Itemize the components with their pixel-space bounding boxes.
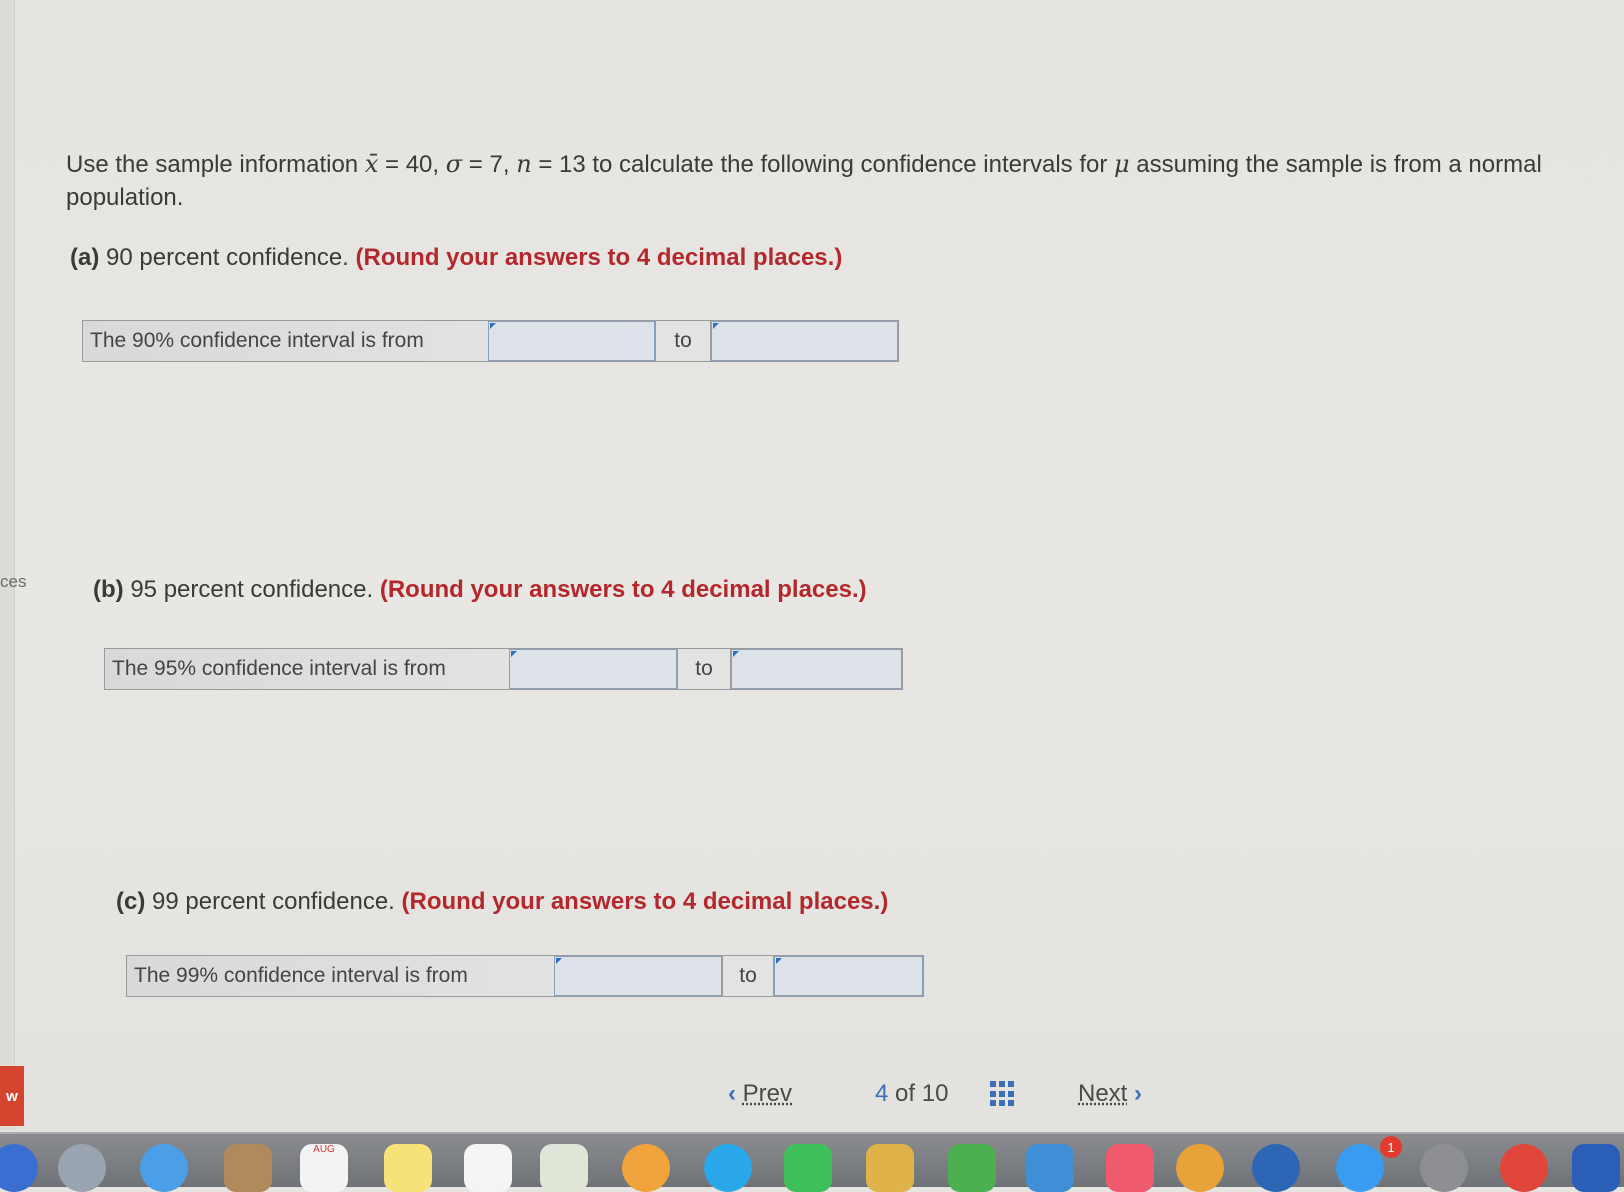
ci-to-90: to — [655, 321, 711, 361]
page-indicator: 4 of 10 — [875, 1080, 948, 1108]
part-a-heading: (a) 90 percent confidence. (Round your a… — [70, 244, 842, 272]
page-total: 10 — [922, 1080, 949, 1107]
ci-row-90: The 90% confidence interval is from to — [82, 320, 899, 362]
sidebar-resources-label[interactable]: ces — [0, 572, 26, 592]
ci-label-90: The 90% confidence interval is from — [83, 321, 488, 361]
sidebar-badge[interactable]: w — [0, 1066, 24, 1126]
ci-upper-input-95[interactable] — [731, 649, 902, 689]
ci-label-95: The 95% confidence interval is from — [105, 649, 509, 689]
mu-symbol: μ — [1114, 150, 1130, 178]
ci-to-95: to — [677, 649, 731, 689]
question-stem: Use the sample information x̄ = 40, σ = … — [66, 148, 1596, 214]
ci-upper-input-99[interactable] — [774, 956, 923, 996]
ci-row-95: The 95% confidence interval is from to — [104, 648, 903, 690]
ci-row-99: The 99% confidence interval is from to — [126, 955, 924, 997]
chevron-right-icon: › — [1134, 1080, 1142, 1107]
dock: AUG 1 — [0, 1132, 1624, 1187]
notification-badge: 1 — [1380, 1136, 1402, 1158]
ci-lower-input-99[interactable] — [554, 956, 722, 996]
left-sidebar-edge — [0, 0, 15, 1130]
chevron-left-icon: ‹ — [728, 1080, 736, 1107]
next-button[interactable]: Next › — [1078, 1080, 1142, 1108]
ci-lower-input-95[interactable] — [509, 649, 677, 689]
next-label: Next — [1078, 1080, 1127, 1107]
page-of: of — [895, 1080, 915, 1107]
ci-upper-input-90[interactable] — [711, 321, 898, 361]
page-current: 4 — [875, 1080, 888, 1107]
part-b-heading: (b) 95 percent confidence. (Round your a… — [93, 576, 867, 604]
ci-label-99: The 99% confidence interval is from — [127, 956, 554, 996]
sigma-symbol: σ — [446, 150, 462, 178]
ci-to-99: to — [722, 956, 774, 996]
ci-lower-input-90[interactable] — [488, 321, 655, 361]
xbar-symbol: x̄ — [365, 150, 379, 178]
grid-icon[interactable] — [990, 1081, 1016, 1107]
prev-button[interactable]: ‹ Prev — [728, 1080, 792, 1108]
prev-label: Prev — [743, 1080, 792, 1107]
n-symbol: n — [516, 150, 531, 178]
part-c-heading: (c) 99 percent confidence. (Round your a… — [116, 888, 888, 916]
